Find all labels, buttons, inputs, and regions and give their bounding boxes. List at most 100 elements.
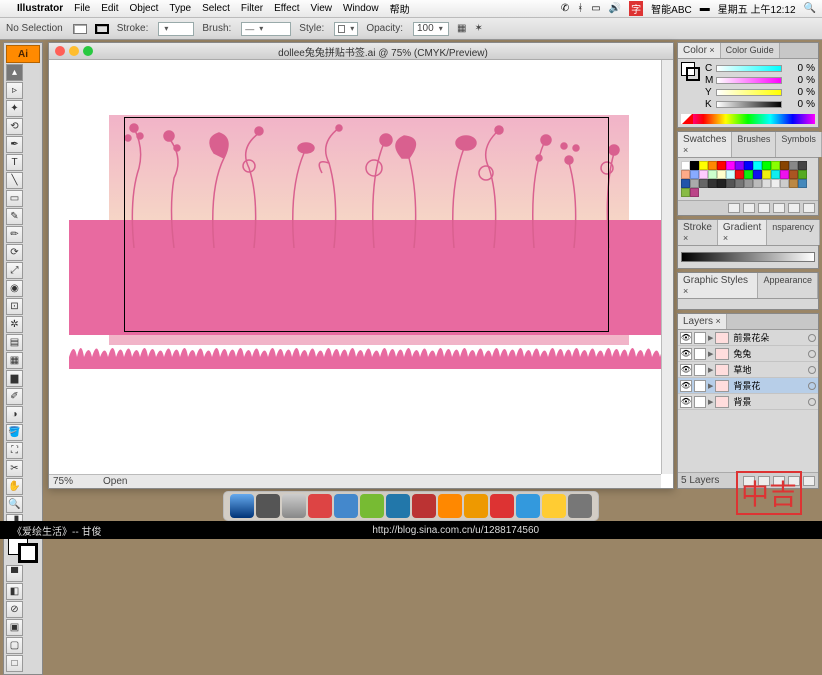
type-tool[interactable]: T xyxy=(6,154,23,171)
swatch[interactable] xyxy=(762,179,771,188)
cmyk-slider-M[interactable] xyxy=(716,77,782,84)
swatch[interactable] xyxy=(753,179,762,188)
swatch[interactable] xyxy=(690,179,699,188)
show-swatch-kinds-icon[interactable] xyxy=(743,203,755,213)
swatch[interactable] xyxy=(744,179,753,188)
visibility-icon[interactable]: 👁 xyxy=(680,364,692,376)
swatch[interactable] xyxy=(735,179,744,188)
dock-flash[interactable] xyxy=(412,494,436,518)
dock-app-6[interactable] xyxy=(464,494,488,518)
vertical-scrollbar[interactable] xyxy=(661,60,673,474)
delete-swatch-icon[interactable] xyxy=(803,203,815,213)
stroke-color[interactable] xyxy=(18,543,38,563)
swatch[interactable] xyxy=(726,179,735,188)
target-icon[interactable] xyxy=(808,382,816,390)
swatch[interactable] xyxy=(726,161,735,170)
menu-object[interactable]: Object xyxy=(129,3,158,14)
ime-text-icon[interactable]: 字 xyxy=(629,1,643,16)
lock-icon[interactable] xyxy=(694,396,706,408)
visibility-icon[interactable]: 👁 xyxy=(680,348,692,360)
menu-effect[interactable]: Effect xyxy=(274,3,299,14)
swatch[interactable] xyxy=(789,161,798,170)
magic-wand-tool[interactable]: ✦ xyxy=(6,100,23,117)
swatch[interactable] xyxy=(690,170,699,179)
minimize-window-button[interactable] xyxy=(69,46,79,56)
swatch[interactable] xyxy=(708,170,717,179)
eyedropper-tool[interactable]: ✐ xyxy=(6,388,23,405)
tab-swatches[interactable]: Swatches × xyxy=(678,132,732,157)
spotlight-icon[interactable]: 🔍 xyxy=(804,3,816,14)
mesh-tool[interactable]: ▦ xyxy=(6,352,23,369)
clock[interactable]: 星期五 上午12:12 xyxy=(718,1,796,16)
flag-icon[interactable]: ▬ xyxy=(700,3,710,14)
swatch[interactable] xyxy=(717,170,726,179)
swatch[interactable] xyxy=(789,179,798,188)
cmyk-slider-C[interactable] xyxy=(716,65,782,72)
zoom-tool[interactable]: 🔍 xyxy=(6,496,23,513)
style-dropdown[interactable] xyxy=(334,22,358,36)
swatch[interactable] xyxy=(744,170,753,179)
stroke-weight-dropdown[interactable] xyxy=(158,22,194,36)
direct-selection-tool[interactable]: ▹ xyxy=(6,82,23,99)
swatch[interactable] xyxy=(771,170,780,179)
phone-icon[interactable]: ✆ xyxy=(561,3,569,14)
tab-appearance[interactable]: Appearance xyxy=(758,273,818,298)
target-icon[interactable] xyxy=(808,398,816,406)
menu-help[interactable]: 帮助 xyxy=(390,1,410,16)
app-name[interactable]: Illustrator xyxy=(17,3,63,14)
opacity-input[interactable]: 100 xyxy=(413,22,449,36)
tab-color[interactable]: Color × xyxy=(678,43,721,58)
swatch[interactable] xyxy=(735,161,744,170)
layer-name[interactable]: 背景 xyxy=(731,395,806,408)
dock-trash[interactable] xyxy=(568,494,592,518)
swatch[interactable] xyxy=(789,170,798,179)
lock-icon[interactable] xyxy=(694,380,706,392)
macos-dock[interactable] xyxy=(223,491,599,521)
swatch[interactable] xyxy=(681,188,690,197)
layer-row[interactable]: 👁▶前景花朵 xyxy=(678,330,818,346)
lock-icon[interactable] xyxy=(694,332,706,344)
dock-app-1[interactable] xyxy=(256,494,280,518)
graph-tool[interactable]: ▤ xyxy=(6,334,23,351)
menu-edit[interactable]: Edit xyxy=(101,3,118,14)
menu-file[interactable]: File xyxy=(74,3,90,14)
menu-window[interactable]: Window xyxy=(343,3,379,14)
screen-mode-3[interactable]: □ xyxy=(6,655,23,672)
swatch[interactable] xyxy=(726,170,735,179)
layer-row[interactable]: 👁▶背景 xyxy=(678,394,818,410)
paintbrush-tool[interactable]: ✎ xyxy=(6,208,23,225)
menu-select[interactable]: Select xyxy=(202,3,230,14)
tab-stroke[interactable]: Stroke × xyxy=(678,220,718,245)
brush-dropdown[interactable]: — xyxy=(241,22,291,36)
swatch[interactable] xyxy=(780,179,789,188)
color-spectrum[interactable] xyxy=(681,114,815,124)
delete-layer-icon[interactable] xyxy=(803,476,815,486)
zoom-window-button[interactable] xyxy=(83,46,93,56)
new-swatch-icon[interactable] xyxy=(788,203,800,213)
gradient-tool[interactable]: ▆ xyxy=(6,370,23,387)
swatch[interactable] xyxy=(699,170,708,179)
zoom-level[interactable]: 75% xyxy=(53,476,73,487)
dock-app-3[interactable] xyxy=(308,494,332,518)
tab-symbols[interactable]: Symbols xyxy=(776,132,822,157)
bluetooth-icon[interactable]: ᚼ xyxy=(577,3,583,14)
swatch[interactable] xyxy=(681,170,690,179)
swatch[interactable] xyxy=(735,170,744,179)
close-window-button[interactable] xyxy=(55,46,65,56)
swatch-grid[interactable] xyxy=(681,161,815,197)
warp-tool[interactable]: ◉ xyxy=(6,280,23,297)
visibility-icon[interactable]: 👁 xyxy=(680,380,692,392)
visibility-icon[interactable]: 👁 xyxy=(680,332,692,344)
dock-app-8[interactable] xyxy=(516,494,540,518)
stroke-swatch[interactable] xyxy=(95,24,109,34)
menu-filter[interactable]: Filter xyxy=(241,3,263,14)
lock-icon[interactable] xyxy=(694,364,706,376)
tab-brushes[interactable]: Brushes xyxy=(732,132,776,157)
doc-setup-icon[interactable]: ▦ xyxy=(457,23,466,34)
canvas[interactable] xyxy=(49,60,661,474)
display-icon[interactable]: ▭ xyxy=(591,3,600,14)
layer-name[interactable]: 背景花 xyxy=(731,379,806,392)
dock-illustrator[interactable] xyxy=(438,494,462,518)
tab-transparency[interactable]: nsparency xyxy=(767,220,820,245)
blend-tool[interactable]: ◑ xyxy=(6,406,23,423)
